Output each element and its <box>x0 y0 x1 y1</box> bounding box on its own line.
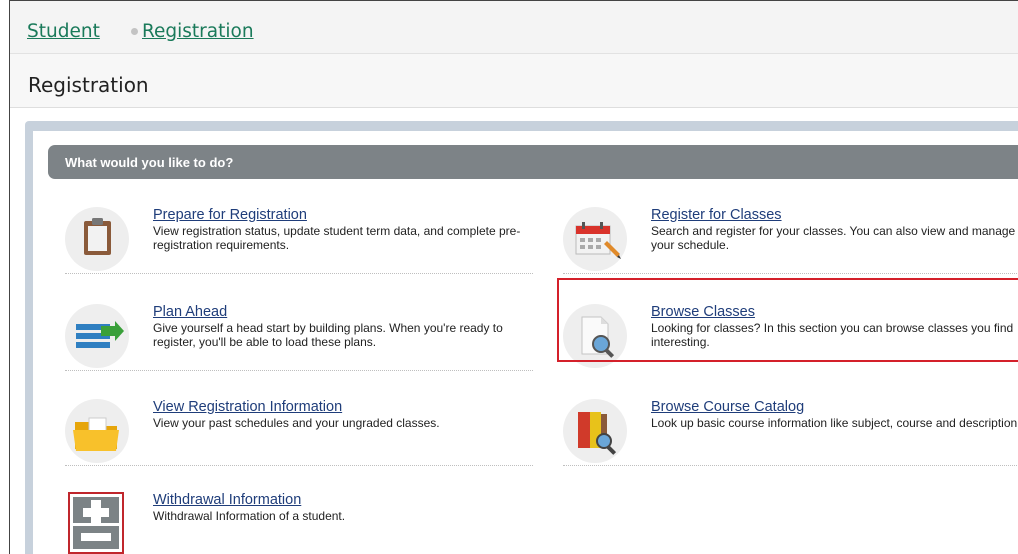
browse-course-catalog-description: Look up basic course information like su… <box>651 416 1018 430</box>
prepare-for-registration-description: View registration status, update student… <box>153 224 521 252</box>
catalog-search-icon <box>563 399 627 463</box>
folder-icon <box>65 399 129 463</box>
view-registration-information-description: View your past schedules and your ungrad… <box>153 416 440 430</box>
task-divider <box>563 465 1018 466</box>
plan-list-icon <box>65 304 129 368</box>
plan-ahead-link[interactable]: Plan Ahead <box>153 304 227 320</box>
section-header: What would you like to do? <box>48 145 1018 179</box>
task-divider <box>563 273 1018 274</box>
prepare-for-registration-link[interactable]: Prepare for Registration <box>153 207 307 223</box>
register-for-classes-description: Search and register for your classes. Yo… <box>651 224 1016 252</box>
task-divider <box>65 465 533 466</box>
calendar-icon <box>563 207 627 271</box>
highlight-box <box>557 278 1018 362</box>
clipboard-icon <box>65 207 129 271</box>
breadcrumb: Student Registration <box>10 1 1018 54</box>
page-title-bar: Registration <box>10 54 1018 108</box>
withdrawal-information-link[interactable]: Withdrawal Information <box>153 492 301 508</box>
withdrawal-information-description: Withdrawal Information of a student. <box>153 509 346 523</box>
breadcrumb-registration-link[interactable]: Registration <box>142 21 254 42</box>
task-divider <box>65 370 533 371</box>
breadcrumb-student-link[interactable]: Student <box>27 21 100 42</box>
task-divider <box>65 273 533 274</box>
breadcrumb-separator-dot <box>131 28 138 35</box>
plan-ahead-description: Give yourself a head start by building p… <box>153 321 503 349</box>
section-header-label: What would you like to do? <box>65 155 234 170</box>
view-registration-information-link[interactable]: View Registration Information <box>153 399 342 415</box>
register-for-classes-link[interactable]: Register for Classes <box>651 207 782 223</box>
page-title: Registration <box>28 73 149 97</box>
plus-minus-icon <box>68 492 124 554</box>
browse-course-catalog-link[interactable]: Browse Course Catalog <box>651 399 804 415</box>
